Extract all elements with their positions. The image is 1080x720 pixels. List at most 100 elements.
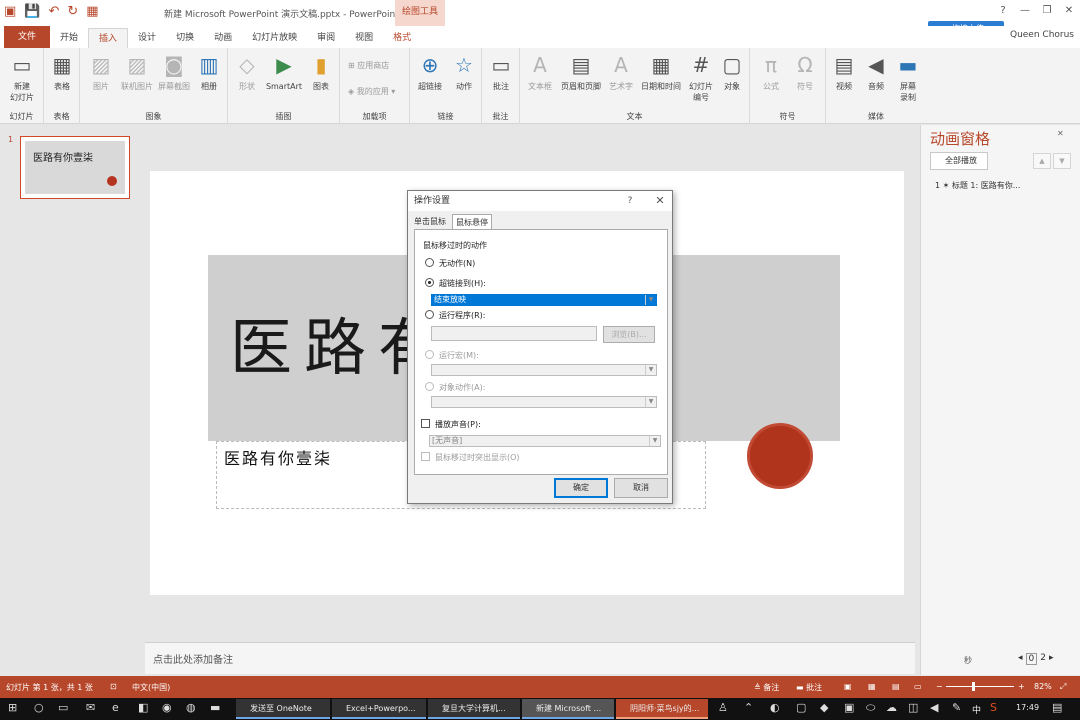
- store-button[interactable]: ⊞ 应用商店: [348, 60, 389, 71]
- video-button[interactable]: ▤ 视频: [830, 52, 858, 92]
- radio-object-action[interactable]: [425, 382, 434, 391]
- tab-format[interactable]: 格式: [383, 28, 421, 48]
- onedrive-cloud-icon[interactable]: ☁: [886, 701, 897, 714]
- zoom-slider-thumb[interactable]: [972, 682, 975, 691]
- hyperlink-button[interactable]: ⊕ 超链接: [414, 52, 446, 92]
- sogou-icon[interactable]: S: [990, 701, 997, 714]
- tab-slideshow[interactable]: 幻灯片放映: [242, 28, 307, 48]
- object-button[interactable]: ▢ 对象: [718, 52, 746, 92]
- security-icon[interactable]: ◆: [820, 701, 828, 714]
- taskbar-item-onmyoji[interactable]: 阴阳师·菜鸟sjy的...: [616, 699, 708, 719]
- spellcheck-icon[interactable]: ⊡: [110, 682, 117, 691]
- program-input[interactable]: [431, 326, 597, 341]
- move-down-icon[interactable]: ▼: [1053, 153, 1071, 169]
- radio-macro[interactable]: [425, 350, 434, 359]
- zoom-slider-track[interactable]: [946, 686, 1014, 687]
- pictures-button[interactable]: ▨ 图片: [86, 52, 116, 92]
- tray-app2-icon[interactable]: ▢: [796, 701, 806, 714]
- slide-subtitle[interactable]: 医路有你壹柒: [224, 445, 332, 469]
- fit-slide-icon[interactable]: ⤢: [1060, 682, 1066, 692]
- page-current[interactable]: 0: [1025, 653, 1038, 665]
- windows-start-icon[interactable]: ⊞: [8, 701, 17, 714]
- task-view-icon[interactable]: ▭: [58, 701, 68, 714]
- tray-app3-icon[interactable]: ▣: [844, 701, 854, 714]
- explorer-icon[interactable]: ▬: [210, 701, 220, 714]
- user-account[interactable]: Queen Chorus: [1010, 30, 1074, 40]
- taskbar-item-onenote[interactable]: 发送至 OneNote: [236, 699, 330, 719]
- browse-button[interactable]: 浏览(B)...: [603, 326, 655, 343]
- ok-button[interactable]: 确定: [554, 478, 608, 498]
- help-button[interactable]: ?: [992, 0, 1014, 22]
- tab-view[interactable]: 视图: [345, 28, 383, 48]
- pen-icon[interactable]: ✎: [952, 701, 961, 714]
- redo-icon[interactable]: ↻: [67, 3, 78, 21]
- radio-hyperlink[interactable]: [425, 278, 434, 287]
- tab-review[interactable]: 审阅: [307, 28, 345, 48]
- undo-icon[interactable]: ↶: [48, 3, 59, 21]
- chart-button[interactable]: ▮ 图表: [308, 52, 334, 92]
- tab-design[interactable]: 设计: [128, 28, 166, 48]
- screen-recording-button[interactable]: ▬ 屏幕 录制: [894, 52, 922, 103]
- notification-icon[interactable]: ▤: [1052, 701, 1062, 714]
- play-sound-checkbox[interactable]: [421, 419, 430, 428]
- hyperlink-select[interactable]: 结束放映 ▼: [431, 294, 657, 306]
- notes-area[interactable]: 点击此处添加备注: [145, 642, 915, 674]
- date-time-button[interactable]: ▦ 日期和时间: [638, 52, 684, 92]
- close-window-button[interactable]: ✕: [1058, 0, 1080, 22]
- page-next-icon[interactable]: ▸: [1049, 653, 1054, 665]
- save-icon[interactable]: 💾: [24, 3, 40, 21]
- language-indicator[interactable]: 中文(中国): [132, 682, 170, 693]
- smartart-button[interactable]: ▶ SmartArt: [264, 52, 304, 92]
- slide-sorter-icon[interactable]: ▦: [868, 682, 876, 691]
- album-button[interactable]: ▥ 相册: [194, 52, 224, 92]
- ime-indicator[interactable]: 中: [972, 703, 981, 716]
- qq-icon[interactable]: ◍: [186, 701, 196, 714]
- taskbar-item-fudan[interactable]: 复旦大学计算机...: [428, 699, 520, 719]
- tab-animations[interactable]: 动画: [204, 28, 242, 48]
- wordart-button[interactable]: A 艺术字: [606, 52, 636, 92]
- minimize-button[interactable]: —: [1014, 0, 1036, 22]
- animation-list-item[interactable]: 1 ✶ 标题 1: 医路有你...: [935, 180, 1020, 191]
- maximize-button[interactable]: ❐: [1036, 0, 1058, 22]
- taskbar-item-excel[interactable]: Excel+Powerpo...: [332, 699, 426, 719]
- sound-select[interactable]: [无声音] ▼: [429, 435, 661, 447]
- tab-transitions[interactable]: 切换: [166, 28, 204, 48]
- taskbar-item-powerpoint[interactable]: 新建 Microsoft ...: [522, 699, 614, 719]
- notes-toggle[interactable]: ≜ 备注: [754, 682, 779, 693]
- table-button[interactable]: ▦ 表格: [48, 52, 76, 92]
- tray-expand-icon[interactable]: ⌃: [744, 701, 753, 714]
- object-action-select[interactable]: ▼: [431, 396, 657, 408]
- dialog-close-icon[interactable]: ✕: [648, 191, 672, 211]
- volume-icon[interactable]: ◀: [930, 701, 938, 714]
- store-icon[interactable]: ◧: [138, 701, 148, 714]
- people-icon[interactable]: ♙: [718, 701, 728, 714]
- close-pane-icon[interactable]: ✕: [1057, 129, 1064, 138]
- tab-insert[interactable]: 插入: [88, 28, 129, 48]
- symbol-button[interactable]: Ω 符号: [790, 52, 820, 92]
- zoom-level[interactable]: 82%: [1034, 682, 1052, 691]
- tab-file[interactable]: 文件: [4, 26, 51, 48]
- audio-button[interactable]: ◀ 音频: [862, 52, 890, 92]
- radio-program[interactable]: [425, 310, 434, 319]
- tray-app-icon[interactable]: ◐: [770, 701, 780, 714]
- cancel-button[interactable]: 取消: [614, 478, 668, 498]
- comment-button[interactable]: ▭ 批注: [486, 52, 516, 92]
- header-footer-button[interactable]: ▤ 页眉和页脚: [558, 52, 604, 92]
- slideshow-icon[interactable]: ▭: [914, 682, 922, 691]
- radio-none[interactable]: [425, 258, 434, 267]
- network-icon[interactable]: ◫: [908, 701, 918, 714]
- cortana-icon[interactable]: ○: [34, 701, 44, 714]
- equation-button[interactable]: π 公式: [756, 52, 786, 92]
- online-pictures-button[interactable]: ▨ 联机图片: [118, 52, 156, 92]
- shapes-button[interactable]: ◇ 形状: [234, 52, 260, 92]
- slide-number-button[interactable]: # 幻灯片 编号: [684, 52, 718, 103]
- page-prev-icon[interactable]: ◂: [1018, 653, 1023, 665]
- play-all-button[interactable]: 全部播放: [930, 152, 988, 170]
- highlight-checkbox[interactable]: [421, 452, 430, 461]
- move-up-icon[interactable]: ▲: [1033, 153, 1051, 169]
- dialog-help-button[interactable]: ?: [620, 191, 640, 211]
- edge-icon[interactable]: e: [112, 701, 119, 714]
- zoom-in-icon[interactable]: +: [1018, 682, 1025, 691]
- mail-icon[interactable]: ✉: [86, 701, 95, 714]
- action-button[interactable]: ☆ 动作: [450, 52, 478, 92]
